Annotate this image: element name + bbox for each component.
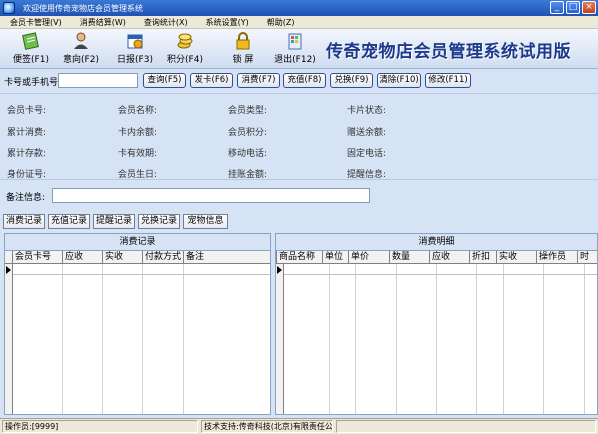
points-button[interactable]: 积分(F4) (160, 31, 210, 65)
toolbar: 便签(F1) 意向(F2) 日报(F3) 积分(F4) 锁 屏 退出(F12) … (0, 29, 598, 69)
field-bonus-balance: 赠送余额: (347, 128, 387, 138)
field-member-name: 会员名称: (118, 106, 158, 116)
search-row: 卡号或手机号 查询(F5) 发卡(F6) 消费(F7) 充值(F8) 兑换(F9… (0, 70, 598, 92)
minimize-button[interactable]: _ (550, 1, 564, 14)
member-info-panel: 会员卡号: 会员名称: 会员类型: 卡片状态: 累计消费: 卡内余额: 会员积分… (0, 93, 598, 180)
current-row-arrow-icon (6, 266, 11, 274)
tab-pet-info[interactable]: 宠物信息 (183, 214, 228, 229)
record-tabs: 消费记录 充值记录 提醒记录 兑换记录 宠物信息 (0, 213, 598, 231)
field-mobile-phone: 移动电话: (228, 149, 268, 159)
close-button[interactable]: × (582, 1, 596, 14)
field-member-type: 会员类型: (228, 106, 268, 116)
lock-icon (232, 31, 254, 51)
memo-row: 备注信息: (0, 186, 598, 206)
product-brand-title: 传奇宠物店会员管理系统试用版 (326, 42, 571, 62)
consumption-records-grid[interactable]: 消费记录 会员卡号 应收 实收 付款方式 备注 (4, 233, 271, 415)
field-total-deposit: 累计存款: (7, 149, 47, 159)
field-landline: 固定电话: (347, 149, 387, 159)
table-row[interactable] (13, 264, 270, 275)
window-controls: _ □ × (550, 1, 596, 14)
tab-reminder-records[interactable]: 提醒记录 (93, 214, 135, 229)
field-card-no: 会员卡号: (7, 106, 47, 116)
col-payment-method[interactable]: 付款方式 (143, 251, 184, 263)
grid-body (5, 264, 270, 414)
field-credit-amount: 挂账金额: (228, 170, 268, 180)
memo-label: 备注信息: (6, 193, 46, 203)
app-icon (3, 2, 15, 14)
row-indicator (276, 264, 284, 414)
menu-member-card[interactable]: 会员卡管理(V) (10, 17, 62, 28)
field-card-balance: 卡内余额: (118, 128, 158, 138)
col-received[interactable]: 实收 (103, 251, 143, 263)
col-receivable[interactable]: 应收 (63, 251, 103, 263)
window-title: 欢迎使用传奇宠物店会员管理系统 (23, 3, 143, 13)
tab-recharge-records[interactable]: 充值记录 (48, 214, 90, 229)
menubar: 会员卡管理(V) 消费结算(W) 查询统计(X) 系统设置(Y) 帮助(Z) (0, 16, 598, 29)
status-operator: 操作员:[9999] (2, 420, 198, 433)
menu-help[interactable]: 帮助(Z) (267, 17, 295, 28)
status-empty (336, 420, 596, 433)
window-titlebar: 欢迎使用传奇宠物店会员管理系统 _ □ × (0, 0, 598, 16)
col-quantity[interactable]: 数量 (390, 251, 430, 263)
grid-header: 会员卡号 应收 实收 付款方式 备注 (5, 251, 270, 264)
col-received[interactable]: 实收 (497, 251, 537, 263)
intent-button[interactable]: 意向(F2) (56, 31, 106, 65)
calendar-report-icon (124, 31, 146, 51)
col-remark[interactable]: 备注 (184, 251, 270, 263)
col-product-name[interactable]: 商品名称 (277, 251, 323, 263)
consumption-details-grid[interactable]: 消费明细 商品名称 单位 单价 数量 应收 折扣 实收 操作员 时 (275, 233, 598, 415)
table-row[interactable] (284, 264, 597, 275)
consume-button[interactable]: 消费(F7) (237, 73, 280, 88)
field-card-expiry: 卡有效期: (118, 149, 158, 159)
menu-consumption[interactable]: 消费结算(W) (80, 17, 126, 28)
field-reminder-info: 提醒信息: (347, 170, 387, 180)
col-receivable[interactable]: 应收 (430, 251, 470, 263)
card-or-phone-input[interactable] (58, 73, 138, 88)
field-member-points: 会员积分: (228, 128, 268, 138)
consumption-records-caption: 消费记录 (5, 234, 270, 251)
menu-query-stats[interactable]: 查询统计(X) (144, 17, 188, 28)
grid-header: 商品名称 单位 单价 数量 应收 折扣 实收 操作员 时 (276, 251, 597, 264)
field-birthday: 会员生日: (118, 170, 158, 180)
col-unit[interactable]: 单位 (323, 251, 349, 263)
row-indicator (5, 264, 13, 414)
query-button[interactable]: 查询(F5) (143, 73, 186, 88)
col-unit-price[interactable]: 单价 (349, 251, 390, 263)
exchange-button[interactable]: 兑换(F9) (330, 73, 373, 88)
tab-exchange-records[interactable]: 兑换记录 (138, 214, 180, 229)
clear-button[interactable]: 清除(F10) (377, 73, 421, 88)
field-total-spend: 累计消费: (7, 128, 47, 138)
lock-screen-button[interactable]: 锁 屏 (218, 31, 268, 65)
modify-button[interactable]: 修改(F11) (425, 73, 471, 88)
consumption-details-caption: 消费明细 (276, 234, 597, 251)
daily-report-button[interactable]: 日报(F3) (110, 31, 160, 65)
menu-system-settings[interactable]: 系统设置(Y) (206, 17, 249, 28)
grid-body (276, 264, 597, 414)
notepad-button[interactable]: 便签(F1) (6, 31, 56, 65)
col-operator[interactable]: 操作员 (537, 251, 578, 263)
status-tech-support: 技术支持:传奇科技(北京)有限责任公司 (201, 420, 333, 433)
exit-icon (284, 31, 306, 51)
field-card-status: 卡片状态: (347, 106, 387, 116)
status-bar: 操作员:[9999] 技术支持:传奇科技(北京)有限责任公司 (0, 418, 598, 434)
card-or-phone-label: 卡号或手机号 (4, 78, 59, 88)
col-discount[interactable]: 折扣 (470, 251, 497, 263)
field-id-number: 身份证号: (7, 170, 47, 180)
notepad-icon (20, 31, 42, 51)
person-icon (70, 31, 92, 51)
memo-input[interactable] (52, 188, 370, 203)
current-row-arrow-icon (277, 266, 282, 274)
exit-button[interactable]: 退出(F12) (270, 31, 320, 65)
col-card-no[interactable]: 会员卡号 (13, 251, 63, 263)
col-time[interactable]: 时 (578, 251, 597, 263)
maximize-button[interactable]: □ (566, 1, 580, 14)
recharge-button[interactable]: 充值(F8) (283, 73, 326, 88)
issue-card-button[interactable]: 发卡(F6) (190, 73, 233, 88)
coins-icon (174, 31, 196, 51)
tab-consumption-records[interactable]: 消费记录 (3, 214, 45, 229)
